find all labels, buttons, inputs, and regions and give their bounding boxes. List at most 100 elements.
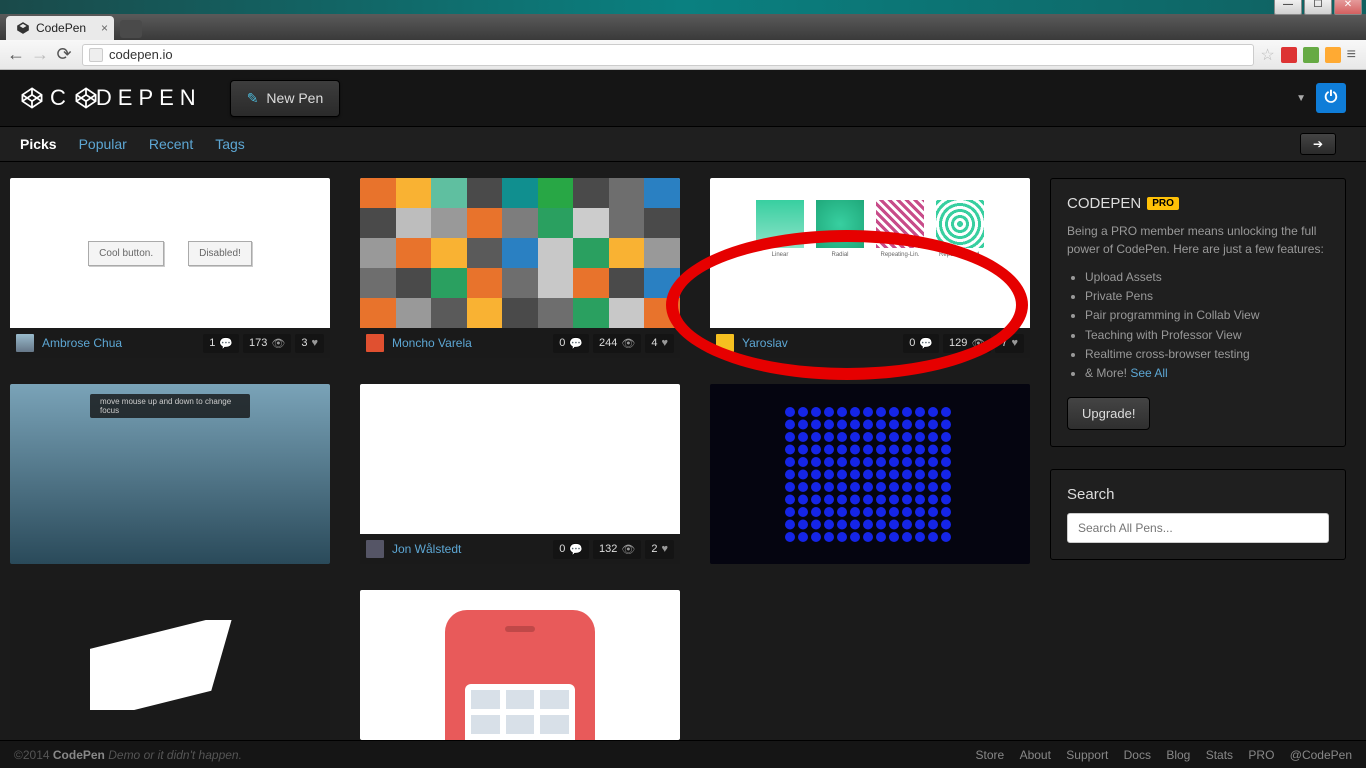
views-stat[interactable]: 132👁 [593, 540, 641, 559]
reload-button[interactable]: ⟳ [52, 43, 76, 67]
comments-stat[interactable]: 0💬 [553, 334, 589, 353]
demo-caption: move mouse up and down to change focus [90, 394, 250, 418]
pen-card[interactable] [360, 590, 680, 740]
comments-stat[interactable]: 1💬 [203, 334, 239, 353]
views-stat[interactable]: 173👁 [243, 334, 291, 353]
pro-feature-item: Teaching with Professor View [1085, 326, 1329, 345]
comments-stat[interactable]: 0💬 [553, 540, 589, 559]
footer-copyright: ©2014 CodePen Demo or it didn't happen. [14, 748, 242, 762]
likes-stat[interactable]: 7♥ [995, 334, 1024, 353]
filter-tags[interactable]: Tags [215, 136, 245, 152]
pen-thumbnail [360, 178, 680, 328]
search-input[interactable] [1067, 513, 1329, 543]
search-panel-title: Search [1067, 486, 1329, 503]
pen-card[interactable]: Linear Radial Repeating-Lin. Repeating-R… [710, 178, 1030, 358]
filter-recent[interactable]: Recent [149, 136, 193, 152]
filter-picks[interactable]: Picks [20, 136, 57, 152]
pen-card[interactable]: Cool button. Disabled! Ambrose Chua 1💬 1… [10, 178, 330, 358]
browser-toolbar: ← → ⟳ codepen.io ☆ ≡ [0, 40, 1366, 70]
footer-link[interactable]: Docs [1124, 748, 1151, 762]
pen-thumbnail [10, 590, 330, 740]
author-link[interactable]: Jon Wålstedt [392, 542, 461, 556]
likes-stat[interactable]: 2♥ [645, 540, 674, 559]
pro-feature-item: Private Pens [1085, 287, 1329, 306]
pen-card[interactable]: amos 0💬 108👁 2♥ [710, 384, 1030, 564]
url-text: codepen.io [109, 47, 173, 62]
pro-feature-item: Pair programming in Collab View [1085, 306, 1329, 325]
pro-description: Being a PRO member means unlocking the f… [1067, 222, 1329, 258]
pen-thumbnail: Cool button. Disabled! [10, 178, 330, 328]
new-tab-button[interactable] [120, 20, 142, 38]
upgrade-button[interactable]: Upgrade! [1067, 397, 1150, 430]
codepen-logo[interactable]: CDEPEN [20, 85, 202, 111]
new-pen-button[interactable]: New Pen [230, 80, 341, 117]
page-icon [89, 48, 103, 62]
pro-badge: PRO [1147, 197, 1179, 210]
demo-button: Cool button. [88, 241, 164, 266]
footer-links: Store About Support Docs Blog Stats PRO … [964, 748, 1352, 762]
pen-grid: Cool button. Disabled! Ambrose Chua 1💬 1… [10, 178, 1030, 740]
footer-link[interactable]: About [1020, 748, 1051, 762]
filter-popular[interactable]: Popular [79, 136, 127, 152]
search-panel: Search [1050, 469, 1346, 560]
pen-thumbnail: Linear Radial Repeating-Lin. Repeating-R… [710, 178, 1030, 328]
footer-link[interactable]: Support [1066, 748, 1108, 762]
window-close-button[interactable]: ✕ [1334, 0, 1362, 15]
user-menu-caret-icon[interactable]: ▼ [1296, 93, 1306, 104]
pen-thumbnail [360, 384, 680, 534]
views-stat[interactable]: 244👁 [593, 334, 641, 353]
bookmark-star-icon[interactable]: ☆ [1260, 45, 1274, 65]
pen-card[interactable]: move mouse up and down to change focus S… [10, 384, 330, 564]
forward-button[interactable]: → [28, 43, 52, 67]
pen-thumbnail [710, 384, 1030, 564]
views-stat[interactable]: 129👁 [943, 334, 991, 353]
app-footer: ©2014 CodePen Demo or it didn't happen. … [0, 740, 1366, 768]
author-avatar [716, 334, 734, 352]
address-bar[interactable]: codepen.io [82, 44, 1254, 66]
pen-card[interactable] [10, 590, 330, 740]
pen-thumbnail: move mouse up and down to change focus [10, 384, 330, 564]
pen-card[interactable]: Jon Wålstedt 0💬 132👁 2♥ [360, 384, 680, 564]
pen-card[interactable]: Moncho Varela 0💬 244👁 4♥ [360, 178, 680, 358]
window-titlebar: — ☐ ✕ [0, 0, 1366, 14]
user-avatar-button[interactable]: ⏻ [1316, 83, 1346, 113]
window-minimize-button[interactable]: — [1274, 0, 1302, 15]
next-page-button[interactable]: ➔ [1300, 133, 1336, 155]
author-link[interactable]: Ambrose Chua [42, 336, 122, 350]
sidebar: CODEPEN PRO Being a PRO member means unl… [1040, 162, 1366, 740]
see-all-link[interactable]: See All [1130, 366, 1167, 380]
pro-panel-title: CODEPEN PRO [1067, 195, 1329, 212]
author-avatar [366, 334, 384, 352]
likes-stat[interactable]: 4♥ [645, 334, 674, 353]
author-link[interactable]: Yaroslav [742, 336, 788, 350]
extension-icon-2[interactable] [1303, 47, 1319, 63]
footer-link[interactable]: PRO [1248, 748, 1274, 762]
app-header: CDEPEN New Pen ▼ ⏻ [0, 70, 1366, 126]
footer-link[interactable]: @CodePen [1290, 748, 1352, 762]
chrome-menu-icon[interactable]: ≡ [1347, 46, 1356, 64]
filter-bar: Picks Popular Recent Tags ➔ [0, 126, 1366, 162]
pro-feature-more: & More! See All [1085, 364, 1329, 383]
author-link[interactable]: Moncho Varela [392, 336, 472, 350]
back-button[interactable]: ← [4, 43, 28, 67]
tab-close-icon[interactable]: × [101, 21, 108, 35]
codepen-favicon-icon [16, 21, 30, 35]
pro-feature-list: Upload Assets Private Pens Pair programm… [1067, 268, 1329, 383]
browser-tab-active[interactable]: CodePen × [6, 16, 114, 40]
footer-link[interactable]: Blog [1166, 748, 1190, 762]
pro-feature-item: Realtime cross-browser testing [1085, 345, 1329, 364]
pro-panel: CODEPEN PRO Being a PRO member means unl… [1050, 178, 1346, 447]
window-maximize-button[interactable]: ☐ [1304, 0, 1332, 15]
footer-link[interactable]: Store [976, 748, 1005, 762]
extension-icon-3[interactable] [1325, 47, 1341, 63]
app-root: CDEPEN New Pen ▼ ⏻ Picks Popular Recent … [0, 70, 1366, 768]
codepen-logo-icon [20, 86, 44, 110]
demo-button: Disabled! [188, 241, 252, 266]
tab-title: CodePen [36, 21, 86, 35]
footer-link[interactable]: Stats [1206, 748, 1233, 762]
comments-stat[interactable]: 0💬 [903, 334, 939, 353]
likes-stat[interactable]: 3♥ [295, 334, 324, 353]
pro-feature-item: Upload Assets [1085, 268, 1329, 287]
extension-icon-1[interactable] [1281, 47, 1297, 63]
browser-tab-strip: CodePen × [0, 14, 1366, 40]
